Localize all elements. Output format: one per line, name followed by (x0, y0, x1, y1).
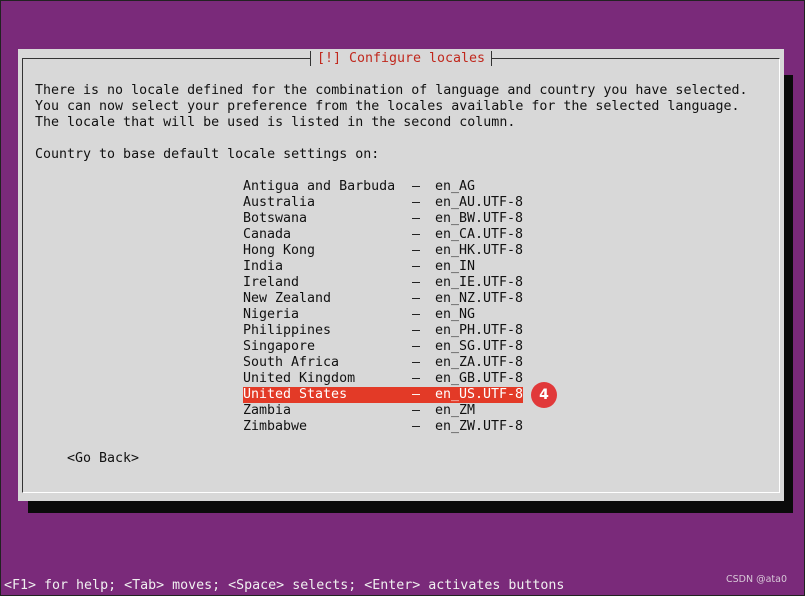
country-name: United Kingdom (243, 371, 356, 386)
separator-dash: – (412, 323, 421, 338)
country-name: Hong Kong (243, 243, 316, 258)
country-option[interactable]: Botswana – en_BW.UTF-8 (243, 211, 523, 227)
locale-code: en_ZM (435, 403, 476, 418)
country-name: Ireland (243, 275, 300, 290)
dialog-title: [!] Configure locales (309, 51, 493, 66)
watermark: CSDN @ata0 (725, 574, 787, 585)
country-option[interactable]: New Zealand – en_NZ.UTF-8 (243, 291, 523, 307)
locale-code: en_ZA.UTF-8 (435, 355, 524, 370)
message-line-2: You can now select your preference from … (35, 99, 740, 114)
locale-code: en_IN (435, 259, 476, 274)
separator-dash: – (412, 387, 421, 402)
separator-dash: – (412, 227, 421, 242)
country-name: Antigua and Barbuda (243, 179, 396, 194)
country-option[interactable]: Zimbabwe – en_ZW.UTF-8 (243, 419, 523, 435)
country-option[interactable]: Antigua and Barbuda – en_AG (243, 179, 523, 195)
locale-code: en_NZ.UTF-8 (435, 291, 524, 306)
country-name: Botswana (243, 211, 308, 226)
country-name: Australia (243, 195, 316, 210)
separator-dash: – (412, 291, 421, 306)
separator-dash: – (412, 403, 421, 418)
separator-dash: – (412, 307, 421, 322)
country-option[interactable]: Zambia – en_ZM (243, 403, 523, 419)
country-option[interactable]: Hong Kong – en_HK.UTF-8 (243, 243, 523, 259)
help-footer: <F1> for help; <Tab> moves; <Space> sele… (4, 578, 565, 593)
separator-dash: – (412, 179, 421, 194)
separator-dash: – (412, 355, 421, 370)
separator-dash: – (412, 243, 421, 258)
locale-code: en_BW.UTF-8 (435, 211, 524, 226)
country-option[interactable]: Australia – en_AU.UTF-8 (243, 195, 523, 211)
separator-dash: – (412, 419, 421, 434)
country-name: New Zealand (243, 291, 332, 306)
country-option[interactable]: Philippines – en_PH.UTF-8 (243, 323, 523, 339)
country-name: Philippines (243, 323, 332, 338)
country-name: Zambia (243, 403, 292, 418)
go-back-button[interactable]: <Go Back> (67, 451, 139, 467)
locale-code: en_PH.UTF-8 (435, 323, 524, 338)
separator-dash: – (412, 275, 421, 290)
country-option[interactable]: Ireland – en_IE.UTF-8 (243, 275, 523, 291)
country-name: Zimbabwe (243, 419, 308, 434)
country-name: India (243, 259, 284, 274)
country-name: Nigeria (243, 307, 300, 322)
locale-code: en_US.UTF-8 (435, 387, 524, 402)
country-option[interactable]: Singapore – en_SG.UTF-8 (243, 339, 523, 355)
country-option[interactable]: South Africa – en_ZA.UTF-8 (243, 355, 523, 371)
locale-code: en_CA.UTF-8 (435, 227, 524, 242)
locale-code: en_HK.UTF-8 (435, 243, 524, 258)
locale-code: en_SG.UTF-8 (435, 339, 524, 354)
country-name: South Africa (243, 355, 340, 370)
separator-dash: – (412, 211, 421, 226)
country-option[interactable]: India – en_IN (243, 259, 523, 275)
country-list[interactable]: Antigua and Barbuda – en_AG Australia – en_AU… (243, 179, 523, 435)
country-option[interactable]: United Kingdom – en_GB.UTF-8 (243, 371, 523, 387)
country-prompt: Country to base default locale settings … (35, 147, 380, 162)
locale-code: en_AG (435, 179, 476, 194)
country-option[interactable]: United States – en_US.UTF-8 (243, 387, 523, 403)
country-name: United States (243, 387, 348, 402)
message-line-1: There is no locale defined for the combi… (35, 83, 748, 98)
separator-dash: – (412, 339, 421, 354)
separator-dash: – (412, 371, 421, 386)
country-option[interactable]: Nigeria – en_NG (243, 307, 523, 323)
step-marker-badge: 4 (531, 382, 557, 408)
locale-code: en_AU.UTF-8 (435, 195, 524, 210)
separator-dash: – (412, 259, 421, 274)
locale-code: en_ZW.UTF-8 (435, 419, 524, 434)
country-name: Singapore (243, 339, 316, 354)
message-line-3: The locale that will be used is listed i… (35, 115, 516, 130)
country-option[interactable]: Canada – en_CA.UTF-8 (243, 227, 523, 243)
separator-dash: – (412, 195, 421, 210)
dialog-title-bar: [!] Configure locales (18, 50, 784, 68)
locale-code: en_IE.UTF-8 (435, 275, 524, 290)
country-name: Canada (243, 227, 292, 242)
locale-code: en_NG (435, 307, 476, 322)
locale-code: en_GB.UTF-8 (435, 371, 524, 386)
